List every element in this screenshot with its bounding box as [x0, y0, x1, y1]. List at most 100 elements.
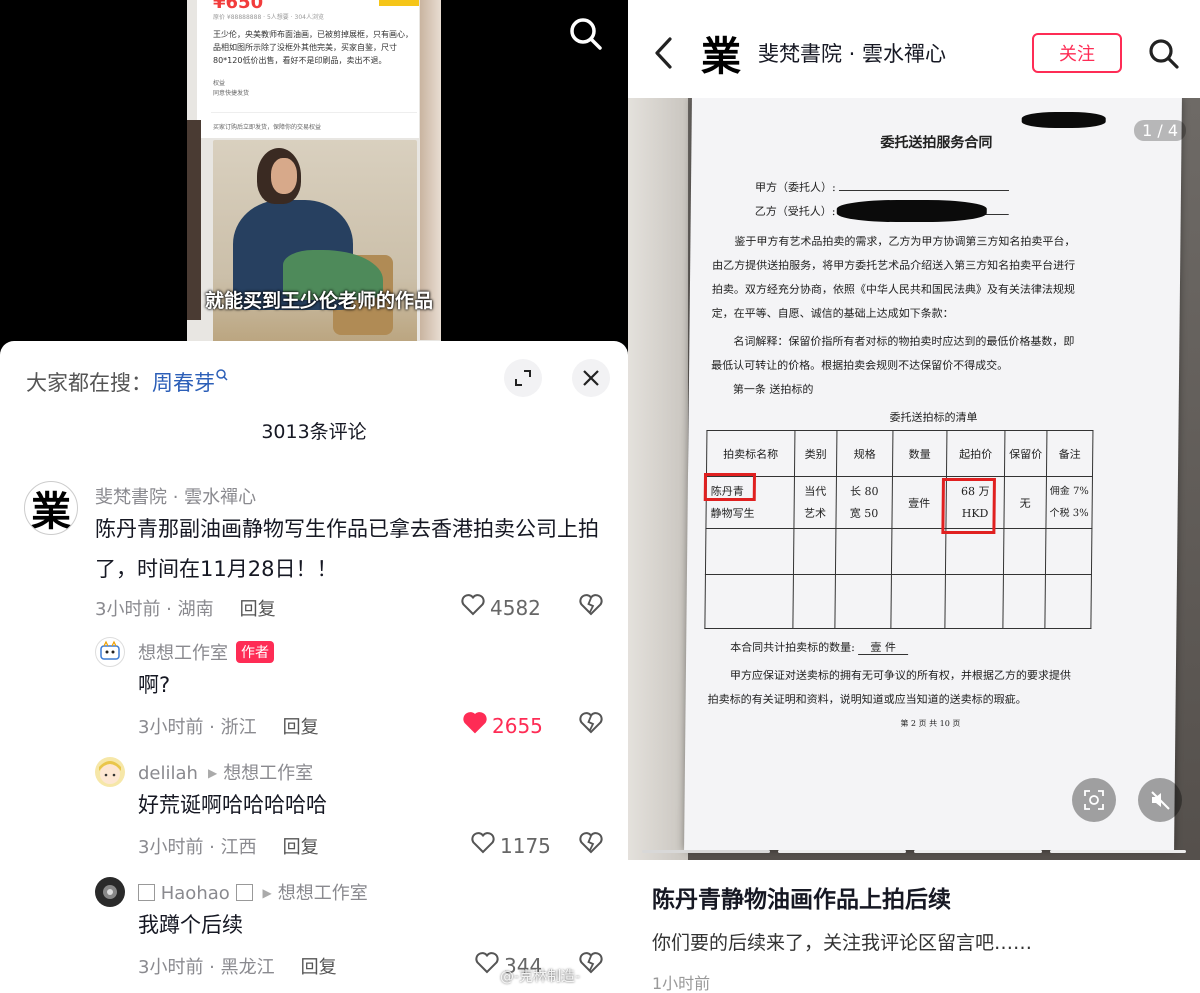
cell-category-1: 当代 — [804, 484, 827, 498]
cell-category-2: 艺术 — [804, 506, 827, 520]
comment-author[interactable]: delilah ▶ 想想工作室 — [138, 759, 313, 785]
left-panel: ¥650 原价 ¥88888888 · 5人想要 · 304人浏览 王少伦，央美… — [0, 0, 628, 993]
like-count: 2655 — [492, 713, 543, 738]
table-header: 拍卖标名称 — [706, 430, 795, 477]
trending-search[interactable]: 大家都在搜：周春芽 — [26, 367, 229, 397]
listing-rights-label: 权益 — [213, 80, 226, 87]
progress-segment — [914, 850, 1042, 853]
doc-table-title: 委托送拍标的清单 — [889, 411, 978, 424]
table-cell: 无 — [1003, 476, 1047, 529]
doc-count-value: 壹 件 — [858, 641, 908, 655]
table-cell: 壹件 — [891, 476, 947, 529]
reply-to-name: 想想工作室 — [277, 883, 368, 904]
like-button[interactable]: 2655 — [462, 711, 543, 740]
cell-name-2: 静物写生 — [710, 506, 755, 520]
reply-arrow-icon: ▶ — [262, 886, 272, 900]
search-icon[interactable] — [566, 14, 606, 54]
table-cell: 佣金 7% 个税 3% — [1045, 476, 1093, 529]
author-name[interactable]: 斐梵書院 · 雲水禪心 — [758, 38, 946, 68]
painting-figure-face — [271, 158, 297, 194]
checkbox-icon — [235, 884, 253, 901]
author-avatar[interactable]: 業 — [694, 26, 748, 80]
close-icon[interactable] — [572, 359, 610, 397]
doc-para: 定，在平等、自愿、诚信的基础上达成如下条款： — [711, 307, 954, 320]
heart-icon — [462, 711, 492, 740]
table-header: 数量 — [892, 430, 947, 477]
listing-tag — [379, 0, 419, 6]
cell-note-2: 个税 3% — [1049, 507, 1089, 519]
reply-button[interactable]: 回复 — [240, 599, 276, 620]
doc-para: 由乙方提供送拍服务，将甲方委托艺术品介绍送入第三方知名拍卖平台进行 — [712, 259, 1076, 272]
heart-icon — [460, 593, 490, 622]
comment-text: 我蹲个后续 — [138, 913, 243, 937]
table-cell: 长 80 宽 50 — [835, 476, 893, 529]
avatar[interactable] — [95, 757, 125, 787]
checkbox-icon — [138, 884, 155, 901]
cell-spec-2: 宽 50 — [849, 506, 879, 520]
dislike-icon[interactable] — [578, 951, 604, 979]
comments-sheet: 大家都在搜：周春芽 3013条评论 業 斐梵書院 · 雲水禪心 陈丹青那副油画静… — [0, 341, 628, 993]
cell-note-1: 佣金 7% — [1049, 485, 1089, 497]
comment-author[interactable]: 斐梵書院 · 雲水禪心 — [95, 483, 256, 509]
dislike-icon[interactable] — [578, 593, 604, 621]
expand-icon[interactable] — [504, 359, 542, 397]
trending-term[interactable]: 周春芽 — [152, 371, 215, 395]
comment-text: 陈丹青那副油画静物写生作品已拿去香港拍卖公司上拍了，时间在11月28日！！ — [95, 517, 599, 581]
painting-image — [213, 140, 417, 370]
table-header: 类别 — [794, 430, 837, 477]
comment-meta: 3小时前 · 黑龙江 回复 — [138, 953, 337, 979]
comment-author[interactable]: 想想工作室 作者 — [138, 639, 274, 665]
table-cell: 当代 艺术 — [793, 476, 837, 529]
back-icon[interactable] — [652, 36, 674, 74]
table-row — [704, 574, 1092, 629]
contract-document: 委托送拍服务合同 甲方（委托人）: 乙方（受托人）: 鉴于甲方有艺术品拍卖的需求… — [684, 98, 1182, 850]
reply-button[interactable]: 回复 — [283, 717, 319, 738]
follow-button[interactable]: 关注 — [1032, 33, 1122, 73]
doc-para: 名词解释：保留价指所有者对标的物拍卖时应达到的最低价格基数，即 — [733, 335, 1075, 348]
doc-para: 鉴于甲方有艺术品拍卖的需求，乙方为甲方协调第三方知名拍卖平台， — [734, 235, 1076, 248]
doc-para: 拍卖标的有关证明和资料，说明知道或应当知道的送卖标的瑕疵。 — [707, 693, 1027, 706]
comment-author-name: Haohao — [160, 883, 230, 904]
watermark: @-克林制造- — [500, 969, 581, 985]
doc-table: 拍卖标名称 类别 规格 数量 起拍价 保留价 备注 陈丹青 静物写生 当代 艺术 长… — [704, 430, 1093, 629]
progress-segment — [1050, 850, 1186, 853]
cell-spec-1: 长 80 — [850, 484, 879, 498]
avatar[interactable] — [95, 877, 125, 907]
dislike-icon[interactable] — [578, 711, 604, 739]
listing-rights-value: 同意快捷发货 — [213, 90, 250, 97]
table-header: 备注 — [1046, 430, 1093, 477]
reply-button[interactable]: 回复 — [301, 957, 337, 978]
reply-button[interactable]: 回复 — [283, 837, 319, 858]
doc-party-a-label: 甲方（委托人）: — [754, 181, 836, 194]
comment-author-name: 想想工作室 — [138, 643, 228, 664]
video-caption: 就能买到王少伦老师的作品 — [205, 290, 434, 312]
like-button[interactable]: 4582 — [460, 593, 541, 622]
listing-sub: 原价 ¥88888888 · 5人想要 · 304人浏览 — [213, 14, 324, 21]
avatar[interactable]: 業 — [24, 481, 78, 535]
comment-author-name: delilah — [138, 763, 198, 784]
comment-meta: 3小时前 · 浙江 回复 — [138, 713, 319, 739]
author-badge: 作者 — [236, 641, 274, 663]
redaction-mark — [836, 200, 987, 222]
table-header-row: 拍卖标名称 类别 规格 数量 起拍价 保留价 备注 — [706, 430, 1093, 477]
highlight-box-price — [941, 478, 996, 534]
search-icon[interactable] — [1146, 36, 1182, 76]
listing-card: ¥650 原价 ¥88888888 · 5人想要 · 304人浏览 王少伦，央美… — [197, 0, 419, 138]
doc-count: 本合同共计拍卖标的数量: 壹 件 — [730, 636, 908, 660]
mute-icon[interactable] — [1138, 778, 1182, 822]
comment-meta: 3小时前 · 湖南 回复 — [95, 595, 276, 621]
post-photo[interactable]: 委托送拍服务合同 甲方（委托人）: 乙方（受托人）: 鉴于甲方有艺术品拍卖的需求… — [628, 98, 1200, 860]
comment-time: 3小时前 · 湖南 — [95, 599, 214, 620]
table-header: 保留价 — [1004, 430, 1047, 477]
heart-icon — [470, 831, 500, 860]
avatar[interactable] — [95, 637, 125, 667]
like-count: 1175 — [500, 833, 551, 858]
comment-author[interactable]: Haohao ▶ 想想工作室 — [138, 879, 368, 905]
comment-text: 啊? — [138, 673, 171, 697]
scan-icon[interactable] — [1072, 778, 1116, 822]
reply-to-name: 想想工作室 — [223, 763, 314, 784]
dislike-icon[interactable] — [578, 831, 604, 859]
like-button[interactable]: 1175 — [470, 831, 551, 860]
video-preview[interactable]: ¥650 原价 ¥88888888 · 5人想要 · 304人浏览 王少伦，央美… — [187, 0, 441, 370]
underline — [839, 179, 1010, 191]
